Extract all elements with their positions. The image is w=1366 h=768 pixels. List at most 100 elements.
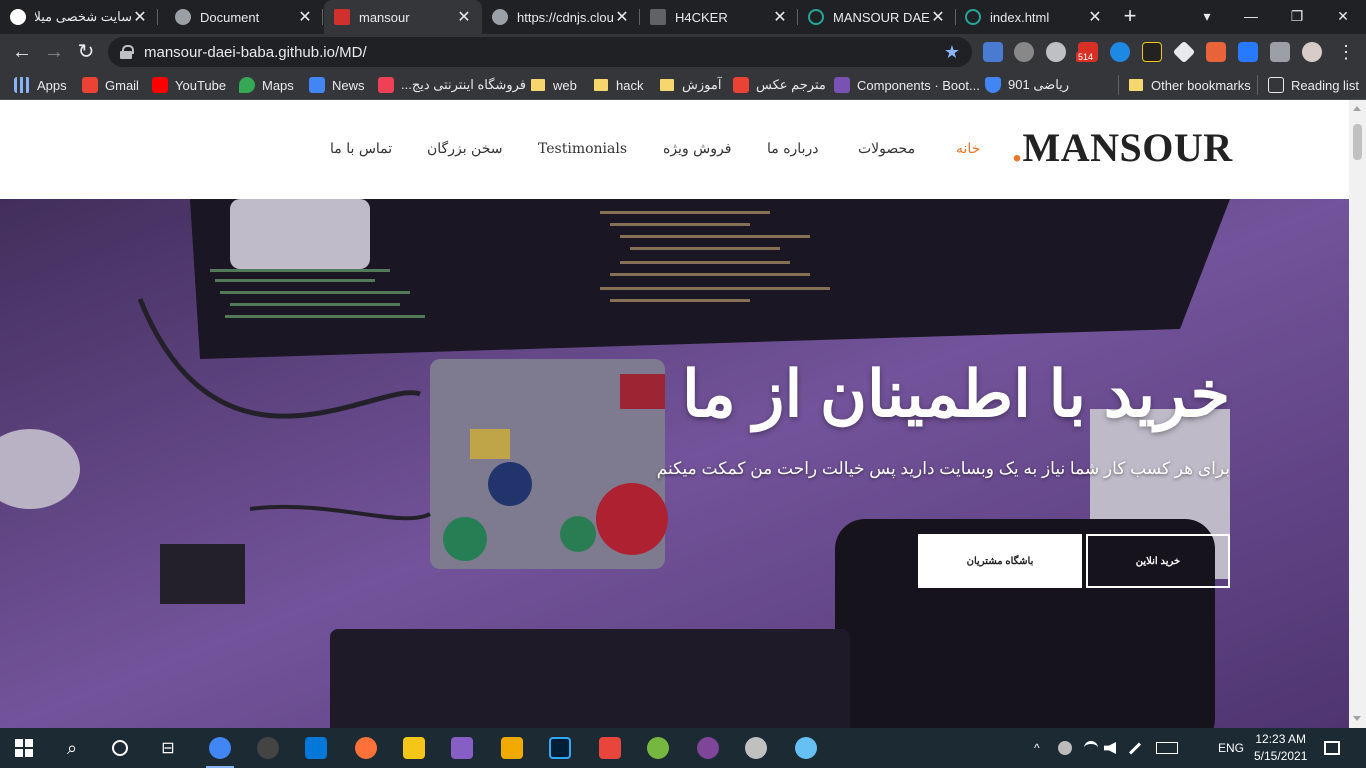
- minimize-button[interactable]: —: [1228, 0, 1274, 34]
- bookmark-gmail[interactable]: Gmail: [82, 75, 139, 95]
- tab-2-active[interactable]: mansour ✕: [324, 0, 482, 34]
- forward-button[interactable]: →: [40, 38, 68, 66]
- nav-contact[interactable]: تماس با ما: [330, 141, 392, 157]
- bookmark-apps[interactable]: Apps: [14, 75, 67, 95]
- system-clock[interactable]: 12:23 AM 5/15/2021: [1254, 731, 1307, 765]
- vpn-extension-icon[interactable]: [1110, 42, 1130, 62]
- vscode-taskbar-icon[interactable]: [300, 732, 332, 764]
- restore-button[interactable]: ❐: [1274, 0, 1320, 34]
- chrome-taskbar-icon[interactable]: [204, 732, 236, 768]
- wamp-taskbar-icon[interactable]: [740, 732, 772, 764]
- bookmark-label: Apps: [37, 77, 67, 93]
- tab-5[interactable]: MANSOUR DAEI BA ✕: [798, 0, 956, 34]
- box-app-taskbar-icon[interactable]: [496, 732, 528, 764]
- tab-close-icon[interactable]: ✕: [1087, 7, 1103, 27]
- url-text[interactable]: mansour-daei-baba.github.io/MD/: [144, 44, 944, 61]
- bookmark-digikala[interactable]: فروشگاه اینترنتی دیج...: [378, 75, 526, 95]
- hacker-favicon-icon: [650, 9, 666, 25]
- bookmark-news[interactable]: News: [309, 75, 365, 95]
- folder-extension-icon[interactable]: [1142, 42, 1162, 62]
- keyboard-icon[interactable]: [1156, 728, 1178, 768]
- bookmark-label: مترجم عکس: [756, 77, 826, 92]
- utorrent-taskbar-icon[interactable]: [642, 732, 674, 764]
- address-bar[interactable]: mansour-daei-baba.github.io/MD/ ★: [108, 37, 972, 67]
- nav-products[interactable]: محصولات: [858, 141, 915, 157]
- back-button[interactable]: ←: [8, 38, 36, 66]
- network-error-icon[interactable]: [1058, 728, 1072, 768]
- tab-close-icon[interactable]: ✕: [614, 7, 630, 27]
- firefox-taskbar-icon[interactable]: [350, 732, 382, 764]
- tab-close-icon[interactable]: ✕: [456, 7, 472, 27]
- page-viewport: تماس با ما سخن بزرگان Testimonials فروش …: [0, 100, 1366, 728]
- cortana-icon[interactable]: [104, 732, 136, 764]
- new-tab-button[interactable]: +: [1118, 4, 1142, 30]
- nav-home[interactable]: خانه: [956, 141, 980, 157]
- scroll-down-icon[interactable]: [1353, 716, 1361, 721]
- tab-close-icon[interactable]: ✕: [297, 7, 313, 27]
- tab-close-icon[interactable]: ✕: [772, 7, 788, 27]
- bookmarks-bar: Apps Gmail YouTube Maps News فروشگاه این…: [0, 70, 1366, 100]
- file-explorer-taskbar-icon[interactable]: [398, 732, 430, 764]
- nav-quotes[interactable]: سخن بزرگان: [427, 141, 502, 157]
- scroll-up-icon[interactable]: [1353, 106, 1361, 111]
- pen-icon[interactable]: [1128, 728, 1142, 768]
- paint-app-taskbar-icon[interactable]: [594, 732, 626, 764]
- bookmark-riazi[interactable]: ریاضی 901: [985, 75, 1069, 95]
- bookmark-folder-hack[interactable]: hack: [594, 75, 643, 95]
- reload-button[interactable]: ↻: [72, 38, 100, 66]
- language-indicator[interactable]: ENG: [1218, 728, 1244, 768]
- speed-extension-icon[interactable]: [1046, 42, 1066, 62]
- nav-about[interactable]: درباره ما: [767, 141, 818, 157]
- bookmark-folder-amoozesh[interactable]: آموزش: [660, 75, 721, 95]
- volume-icon[interactable]: [1104, 728, 1116, 768]
- other-bookmarks[interactable]: Other bookmarks: [1118, 75, 1251, 95]
- tab-4[interactable]: H4CKER ✕: [640, 0, 798, 34]
- close-window-button[interactable]: ✕: [1320, 0, 1366, 34]
- nav-special-sale[interactable]: فروش ویژه: [663, 141, 731, 157]
- notifications-icon[interactable]: [1324, 728, 1340, 768]
- extensions-puzzle-icon[interactable]: [1270, 42, 1290, 62]
- site-logo[interactable]: .MANSOUR: [1012, 124, 1233, 171]
- show-hidden-icons-icon[interactable]: ^: [1034, 728, 1040, 768]
- bookmark-maps[interactable]: Maps: [239, 75, 294, 95]
- diamond-extension-icon[interactable]: [1172, 40, 1196, 64]
- profile-avatar-icon[interactable]: [1302, 42, 1322, 62]
- hero-title: خرید با اطمینان از ما: [681, 358, 1230, 430]
- bookmark-star-icon[interactable]: ★: [944, 42, 960, 63]
- tab-search-button[interactable]: ▾: [1184, 0, 1230, 34]
- start-button[interactable]: [8, 732, 40, 764]
- tab-close-icon[interactable]: ✕: [132, 7, 148, 27]
- bookmark-bootstrap[interactable]: Components · Boot...: [834, 75, 980, 95]
- translate-extension-icon[interactable]: [983, 42, 1003, 62]
- tab-close-icon[interactable]: ✕: [930, 7, 946, 27]
- nav-testimonials[interactable]: Testimonials: [538, 141, 627, 157]
- tab-0[interactable]: سایت شخصی میلاد ✕: [0, 0, 158, 34]
- tab-title: https://cdnjs.cloudf: [517, 9, 614, 25]
- menu-kebab-icon[interactable]: ⋮: [1336, 42, 1356, 62]
- mail-extension-icon[interactable]: 514: [1076, 42, 1098, 62]
- bookmark-youtube[interactable]: YouTube: [152, 75, 226, 95]
- tab-1[interactable]: Document ✕: [165, 0, 323, 34]
- task-view-icon[interactable]: ⊟: [152, 732, 184, 764]
- photoshop-taskbar-icon[interactable]: [544, 732, 576, 764]
- customer-club-button[interactable]: باشگاه مشتریان: [918, 534, 1082, 588]
- steam-taskbar-icon[interactable]: [790, 732, 822, 764]
- reading-list[interactable]: Reading list: [1257, 75, 1359, 95]
- wifi-icon[interactable]: [1084, 728, 1098, 768]
- rss-extension-icon[interactable]: [1206, 42, 1226, 62]
- buy-online-button[interactable]: خرید انلاین: [1086, 534, 1230, 588]
- search-icon[interactable]: ⌕: [56, 732, 88, 764]
- tab-3[interactable]: https://cdnjs.cloudf ✕: [482, 0, 640, 34]
- bookmark-translator[interactable]: مترجم عکس: [733, 75, 826, 95]
- puzzle-blue-extension-icon[interactable]: [1238, 42, 1258, 62]
- obs-taskbar-icon[interactable]: [252, 732, 284, 764]
- scrollbar-thumb[interactable]: [1353, 124, 1362, 160]
- tor-browser-taskbar-icon[interactable]: [692, 732, 724, 764]
- shield-icon: [985, 77, 1001, 93]
- bookmark-folder-web[interactable]: web: [531, 75, 577, 95]
- globe-icon: [492, 9, 508, 25]
- record-extension-icon[interactable]: [1014, 42, 1034, 62]
- tab-6[interactable]: index.html ✕: [955, 0, 1113, 34]
- page-scrollbar[interactable]: [1349, 100, 1366, 728]
- visual-studio-taskbar-icon[interactable]: [446, 732, 478, 764]
